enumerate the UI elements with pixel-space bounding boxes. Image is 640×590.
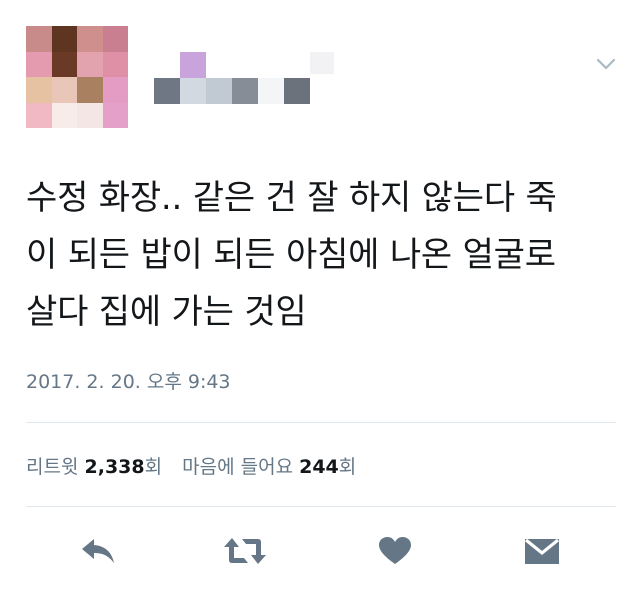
- tweet-text-line: 살다 집에 가는 것임: [26, 292, 307, 332]
- user-name-blurred[interactable]: [150, 50, 340, 108]
- like-suffix: 회: [338, 456, 357, 478]
- divider: [26, 506, 616, 507]
- retweet-icon[interactable]: [222, 536, 268, 566]
- reply-icon[interactable]: [80, 536, 118, 566]
- tweet-text: 수정 화장.. 같은 건 잘 하지 않는다 죽 이 되든 밥이 되든 아침에 나…: [26, 170, 626, 341]
- divider: [26, 422, 616, 423]
- retweet-label: 리트윗: [26, 456, 79, 478]
- like-count: 244: [299, 456, 339, 478]
- retweet-count: 2,338: [84, 456, 145, 478]
- chevron-down-icon[interactable]: [594, 56, 618, 72]
- envelope-icon[interactable]: [524, 536, 560, 566]
- retweet-stat[interactable]: 리트윗 2,338회: [26, 456, 162, 478]
- heart-icon[interactable]: [378, 536, 412, 566]
- tweet-timestamp[interactable]: 2017. 2. 20. 오후 9:43: [26, 367, 231, 394]
- tweet-stats: 리트윗 2,338회 마음에 들어요 244회: [26, 452, 356, 479]
- like-stat[interactable]: 마음에 들어요 244회: [182, 456, 356, 478]
- like-label: 마음에 들어요: [182, 456, 294, 478]
- retweet-suffix: 회: [144, 456, 163, 478]
- tweet-header: [0, 0, 640, 140]
- tweet-text-line: 이 되든 밥이 되든 아침에 나온 얼굴로: [26, 235, 556, 275]
- tweet-text-line: 수정 화장.. 같은 건 잘 하지 않는다 죽: [26, 178, 557, 218]
- avatar[interactable]: [26, 26, 128, 128]
- tweet-actions: [0, 520, 640, 580]
